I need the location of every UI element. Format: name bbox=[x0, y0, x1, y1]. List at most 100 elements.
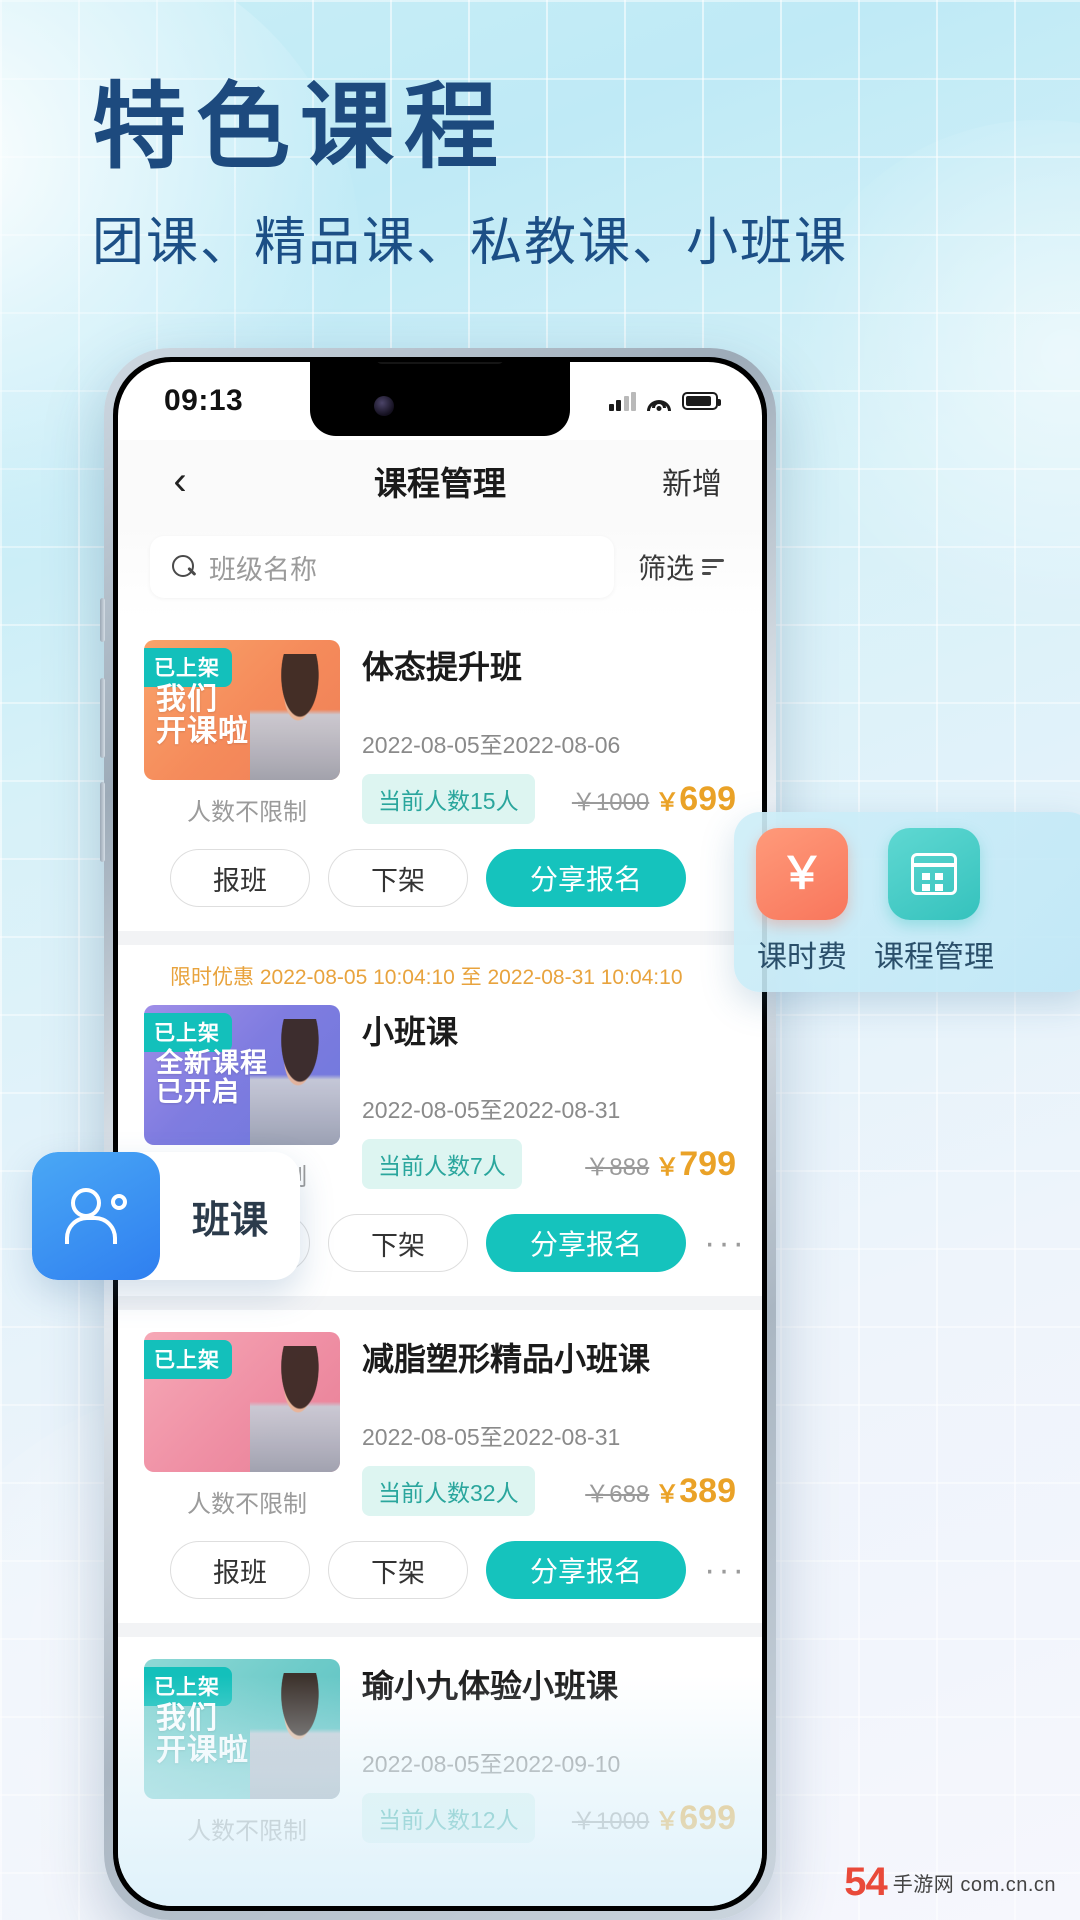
people-glyph bbox=[65, 1188, 127, 1244]
course-capacity: 人数不限制 bbox=[187, 1491, 307, 1518]
phone-screen: 09:13 ‹ 课程管理 新增 班级名称 筛选 已上架 我们 开课啦 人数不限制… bbox=[118, 362, 762, 1906]
share-enroll-button[interactable]: 分享报名 bbox=[486, 1541, 686, 1599]
search-icon bbox=[172, 554, 197, 580]
course-thumbnail: 已上架 我们 开课啦 bbox=[144, 1659, 340, 1799]
watermark-text: 手游网 com.cn.cn bbox=[892, 1873, 1056, 1896]
share-enroll-button[interactable]: 分享报名 bbox=[486, 1214, 686, 1272]
calendar-icon bbox=[888, 828, 980, 920]
enroll-button[interactable]: 报班 bbox=[170, 1541, 310, 1599]
phone-frame: 09:13 ‹ 课程管理 新增 班级名称 筛选 已上架 我们 开课啦 人数不限制… bbox=[100, 348, 776, 1920]
list-divider bbox=[118, 931, 762, 945]
phone-bezel: 09:13 ‹ 课程管理 新增 班级名称 筛选 已上架 我们 开课啦 人数不限制… bbox=[113, 357, 767, 1911]
filter-lines-icon bbox=[702, 559, 724, 575]
more-options-button[interactable]: ··· bbox=[704, 1224, 747, 1263]
price-original: ￥1000 bbox=[571, 788, 650, 816]
class-course-badge-card[interactable]: 班课 bbox=[32, 1152, 300, 1280]
course-info: 体态提升班 2022-08-05至2022-08-06 当前人数15人 ￥100… bbox=[362, 640, 736, 827]
people-group-icon bbox=[32, 1152, 160, 1280]
course-card-body: 已上架 我们 开课啦 人数不限制 瑜小九体验小班课 2022-08-05至2022… bbox=[144, 1659, 736, 1846]
course-thumbnail: 已上架 我们 开课啦 bbox=[144, 640, 340, 780]
course-date-range: 2022-08-05至2022-08-31 bbox=[362, 1097, 621, 1123]
thumb-hero-text: 我们 开课啦 bbox=[156, 683, 249, 749]
yuan-glyph: ￥ bbox=[780, 849, 824, 898]
course-thumb-wrap: 已上架 我们 开课啦 人数不限制 bbox=[144, 1659, 340, 1846]
filter-label: 筛选 bbox=[637, 553, 694, 584]
feature-label: 课时费 bbox=[757, 941, 847, 974]
unlist-button[interactable]: 下架 bbox=[328, 1541, 468, 1599]
watermark-number: 54 bbox=[844, 1860, 887, 1904]
promo-banner: 限时优惠 2022-08-05 10:04:10 至 2022-08-31 10… bbox=[144, 945, 736, 995]
course-meta-row: 当前人数15人 ￥1000 ￥699 bbox=[362, 774, 736, 824]
course-thumbnail: 已上架 bbox=[144, 1332, 340, 1472]
course-date-range: 2022-08-05至2022-09-10 bbox=[362, 1751, 621, 1777]
price-current: ￥389 bbox=[655, 1471, 736, 1510]
unlist-button[interactable]: 下架 bbox=[328, 849, 468, 907]
add-course-button[interactable]: 新增 bbox=[662, 459, 722, 503]
enroll-button[interactable]: 报班 bbox=[170, 849, 310, 907]
course-date-range: 2022-08-05至2022-08-31 bbox=[362, 1424, 621, 1450]
feature-label: 课程管理 bbox=[874, 941, 994, 974]
search-input[interactable]: 班级名称 bbox=[150, 536, 614, 598]
more-options-button[interactable]: ··· bbox=[704, 1551, 747, 1590]
back-button[interactable]: ‹ bbox=[158, 459, 202, 503]
enrollment-count-badge: 当前人数32人 bbox=[362, 1466, 535, 1516]
course-price: ￥688 ￥389 bbox=[585, 1472, 736, 1511]
course-card-body: 已上架 我们 开课啦 人数不限制 体态提升班 2022-08-05至2022-08… bbox=[144, 640, 736, 827]
status-indicators bbox=[608, 391, 721, 411]
thumb-hero-text: 我们 开课啦 bbox=[156, 1702, 249, 1768]
feature-item-class-fee[interactable]: ￥ 课时费 bbox=[756, 828, 848, 976]
course-name: 小班课 bbox=[362, 1014, 459, 1050]
thumb-photo-figure bbox=[250, 1673, 340, 1799]
course-card-body: 已上架 人数不限制 减脂塑形精品小班课 2022-08-05至2022-08-3… bbox=[144, 1332, 736, 1519]
feature-item-course-management[interactable]: 课程管理 bbox=[874, 828, 994, 976]
course-name: 减脂塑形精品小班课 bbox=[362, 1341, 651, 1377]
poster-root: 特色课程 团课、精品课、私教课、小班课 09:13 ‹ 课程管理 新增 班级名称… bbox=[0, 0, 1080, 1920]
phone-volume-up-button bbox=[100, 678, 105, 758]
battery-icon bbox=[682, 392, 721, 410]
phone-volume-down-button bbox=[100, 782, 105, 862]
status-bar: 09:13 bbox=[118, 362, 762, 440]
share-enroll-button[interactable]: 分享报名 bbox=[486, 849, 686, 907]
course-price: ￥1000 ￥699 bbox=[572, 1799, 736, 1838]
unlist-button[interactable]: 下架 bbox=[328, 1214, 468, 1272]
thumb-photo-figure bbox=[250, 1346, 340, 1472]
course-info: 小班课 2022-08-05至2022-08-31 当前人数7人 ￥888 ￥7… bbox=[362, 1005, 736, 1192]
course-meta-row: 当前人数7人 ￥888 ￥799 bbox=[362, 1139, 736, 1189]
search-placeholder: 班级名称 bbox=[209, 554, 317, 585]
status-badge: 已上架 bbox=[144, 648, 232, 687]
course-thumb-wrap: 已上架 人数不限制 bbox=[144, 1332, 340, 1519]
course-meta-row: 当前人数12人 ￥1000 ￥699 bbox=[362, 1793, 736, 1843]
calendar-glyph bbox=[911, 853, 957, 895]
price-current: ￥699 bbox=[655, 1798, 736, 1837]
course-thumb-wrap: 已上架 我们 开课啦 人数不限制 bbox=[144, 640, 340, 827]
course-actions: 报班 下架 分享报名 ··· bbox=[144, 1519, 744, 1623]
wifi-icon bbox=[647, 392, 671, 411]
enrollment-count-badge: 当前人数12人 bbox=[362, 1793, 535, 1843]
filter-button[interactable]: 筛选 bbox=[628, 547, 730, 587]
price-original: ￥1000 bbox=[571, 1807, 650, 1835]
signal-bars-icon bbox=[608, 391, 636, 411]
course-price: ￥888 ￥799 bbox=[585, 1145, 736, 1184]
feature-float-panel[interactable]: ￥ 课时费 课程管理 bbox=[734, 812, 1080, 992]
site-watermark: 54 手游网 com.cn.cn bbox=[844, 1862, 1056, 1902]
course-meta-row: 当前人数32人 ￥688 ￥389 bbox=[362, 1466, 736, 1516]
badge-card-label: 班课 bbox=[191, 1199, 268, 1242]
course-capacity: 人数不限制 bbox=[187, 799, 307, 826]
price-current: ￥799 bbox=[655, 1144, 736, 1183]
phone-mute-button bbox=[100, 598, 105, 642]
course-card[interactable]: 已上架 我们 开课啦 人数不限制 体态提升班 2022-08-05至2022-08… bbox=[118, 618, 762, 931]
status-time: 09:13 bbox=[164, 384, 244, 417]
thumb-photo-figure bbox=[250, 654, 340, 780]
thumb-photo-figure bbox=[250, 1019, 340, 1145]
course-card[interactable]: 已上架 人数不限制 减脂塑形精品小班课 2022-08-05至2022-08-3… bbox=[118, 1310, 762, 1623]
status-badge: 已上架 bbox=[144, 1667, 232, 1706]
course-info: 瑜小九体验小班课 2022-08-05至2022-09-10 当前人数12人 ￥… bbox=[362, 1659, 736, 1846]
price-current: ￥699 bbox=[655, 779, 736, 818]
course-card[interactable]: 已上架 我们 开课啦 人数不限制 瑜小九体验小班课 2022-08-05至2022… bbox=[118, 1637, 762, 1846]
course-price: ￥1000 ￥699 bbox=[572, 780, 736, 819]
price-original: ￥688 bbox=[585, 1480, 650, 1508]
decor-blob-right bbox=[780, 120, 1080, 640]
enrollment-count-badge: 当前人数15人 bbox=[362, 774, 535, 824]
course-name: 瑜小九体验小班课 bbox=[362, 1668, 619, 1704]
poster-title: 特色课程 bbox=[92, 74, 509, 179]
